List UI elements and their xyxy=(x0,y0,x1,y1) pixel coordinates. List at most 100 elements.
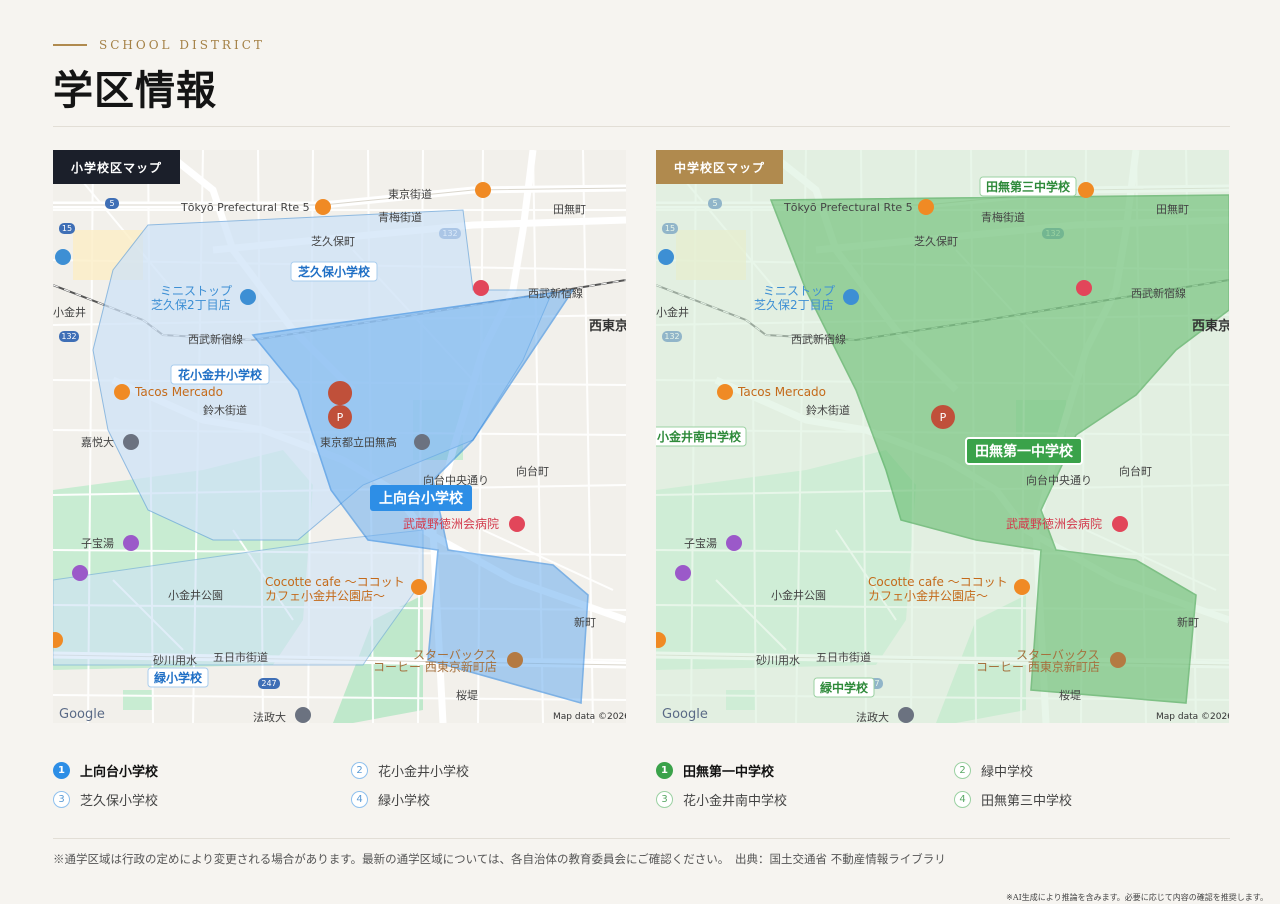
legend-number-badge: 1 xyxy=(53,762,70,779)
label-ministop: ミニストップ xyxy=(763,284,835,298)
elementary-district-map[interactable]: P Tōkyō Prefectural Rte 5 芝久保町 青梅街道 東京街道… xyxy=(53,150,626,723)
label-mukodai-chuo-dori: 向台中央通り xyxy=(423,473,489,487)
eyebrow: SCHOOL DISTRICT xyxy=(53,38,265,52)
label-hanakoganei-elementary: 花小金井小学校 xyxy=(178,367,263,382)
label-midori-elementary: 緑小学校 xyxy=(154,670,203,685)
legend-item[interactable]: 1 田無第一中学校 xyxy=(656,760,954,781)
legend-number-badge: 2 xyxy=(351,762,368,779)
label-starbucks-2: コーヒー 西東京新町店 xyxy=(976,659,1100,674)
legend-number-badge: 3 xyxy=(656,791,673,808)
elementary-legend: 1 上向台小学校 2 花小金井小学校 3 芝久保小学校 4 緑小学校 xyxy=(53,760,611,810)
label-sunagawa: 砂川用水 xyxy=(756,654,800,667)
legend-number-badge: 4 xyxy=(351,791,368,808)
label-tanashi3-junior: 田無第三中学校 xyxy=(986,179,1071,194)
legend-label: 芝久保小学校 xyxy=(80,794,159,809)
label-koganei: 小金井 xyxy=(656,305,689,319)
legend-item[interactable]: 1 上向台小学校 xyxy=(53,760,351,781)
label-mukodai-cho: 向台町 xyxy=(516,464,549,478)
svg-text:P: P xyxy=(337,411,344,424)
label-shinmachi: 新町 xyxy=(1177,615,1199,629)
label-cocotte-1: Cocotte cafe ～ココット xyxy=(265,575,405,589)
label-route5: Tōkyō Prefectural Rte 5 xyxy=(180,201,310,214)
legend-label: 田無第一中学校 xyxy=(683,765,775,780)
label-shikubo-elementary: 芝久保小学校 xyxy=(298,264,371,279)
label-koganei-minami-junior: 小金井南中学校 xyxy=(657,429,742,444)
legend-label: 田無第三中学校 xyxy=(981,794,1073,809)
junior-map-tag: 中学校区マップ xyxy=(656,150,784,184)
elementary-map-tag: 小学校区マップ xyxy=(53,150,181,184)
label-kodakarayu: 子宝湯 xyxy=(81,536,114,550)
label-seibu-line-west: 西武新宿線 xyxy=(791,332,846,346)
label-hosei: 法政大 xyxy=(253,710,286,723)
junior-map-canvas[interactable]: P Tōkyō Prefectural Rte 5 芝久保町 青梅街道 田無町 … xyxy=(656,150,1229,723)
label-ome-kaido: 青梅街道 xyxy=(378,210,422,224)
ai-disclaimer: ※AI生成により推論を含みます。必要に応じて内容の確認を推奨します。 xyxy=(1006,893,1268,902)
label-route5: Tōkyō Prefectural Rte 5 xyxy=(783,201,913,214)
svg-text:P: P xyxy=(940,411,947,424)
label-musashino-hospital: 武蔵野徳洲会病院 xyxy=(403,516,499,531)
legend-item[interactable]: 3 花小金井南中学校 xyxy=(656,789,954,810)
label-kaetsu: 嘉悦大 xyxy=(81,435,114,449)
label-ministop-branch: 芝久保2丁目店 xyxy=(151,297,231,312)
label-nishi-tokyo: 西東京 xyxy=(1192,318,1229,334)
label-shinmachi: 新町 xyxy=(574,615,596,629)
legend-item[interactable]: 4 緑小学校 xyxy=(351,789,611,810)
label-koganei: 小金井 xyxy=(53,305,86,319)
label-sunagawa: 砂川用水 xyxy=(153,654,197,667)
label-sakurazutsumi: 桜堤 xyxy=(1059,688,1081,702)
legend-number-badge: 4 xyxy=(954,791,971,808)
label-hosei: 法政大 xyxy=(856,710,889,723)
page-header: SCHOOL DISTRICT 学区情報 xyxy=(53,38,265,116)
legend-item[interactable]: 2 花小金井小学校 xyxy=(351,760,611,781)
label-itsukaichi-kaido: 五日市街道 xyxy=(816,650,871,664)
label-ministop-branch: 芝久保2丁目店 xyxy=(754,297,834,312)
footer-note: ※通学区域は行政の定めにより変更される場合があります。最新の通学区域については、… xyxy=(53,852,946,866)
legend-number-badge: 1 xyxy=(656,762,673,779)
legend-item[interactable]: 2 緑中学校 xyxy=(954,760,1214,781)
label-main-junior: 田無第一中学校 xyxy=(975,443,1074,460)
label-koganei-park: 小金井公園 xyxy=(771,588,826,602)
google-logo: Google xyxy=(662,707,708,722)
junior-legend: 1 田無第一中学校 2 緑中学校 3 花小金井南中学校 4 田無第三中学校 xyxy=(656,760,1214,810)
legend-label: 緑中学校 xyxy=(981,765,1034,780)
label-suzuki-kaido: 鈴木街道 xyxy=(806,403,850,417)
label-seibu-line-east: 西武新宿線 xyxy=(1131,286,1186,300)
label-seibu-line-west: 西武新宿線 xyxy=(188,332,243,346)
legend-item[interactable]: 4 田無第三中学校 xyxy=(954,789,1214,810)
legend-item[interactable]: 3 芝久保小学校 xyxy=(53,789,351,810)
elementary-map-canvas[interactable]: P Tōkyō Prefectural Rte 5 芝久保町 青梅街道 東京街道… xyxy=(53,150,626,723)
label-itsukaichi-kaido: 五日市街道 xyxy=(213,650,268,664)
junior-district-map[interactable]: P Tōkyō Prefectural Rte 5 芝久保町 青梅街道 田無町 … xyxy=(656,150,1229,723)
page-title: 学区情報 xyxy=(53,67,217,114)
eyebrow-line xyxy=(53,44,87,46)
legend-number-badge: 2 xyxy=(954,762,971,779)
google-logo: Google xyxy=(59,707,105,722)
label-musashino-hospital: 武蔵野徳洲会病院 xyxy=(1006,516,1102,531)
eyebrow-text: SCHOOL DISTRICT xyxy=(99,38,265,52)
label-tacos: Tacos Mercado xyxy=(134,385,223,399)
label-main-elementary: 上向台小学校 xyxy=(379,490,464,507)
label-ministop: ミニストップ xyxy=(160,284,232,298)
label-shikubo-cho: 芝久保町 xyxy=(311,234,355,248)
label-tanashi-cho: 田無町 xyxy=(553,202,586,216)
label-tacos: Tacos Mercado xyxy=(737,385,826,399)
label-cocotte-1: Cocotte cafe ～ココット xyxy=(868,575,1008,589)
label-midori-junior: 緑中学校 xyxy=(820,680,869,695)
footer-divider xyxy=(53,838,1230,839)
label-suzuki-kaido: 鈴木街道 xyxy=(203,403,247,417)
label-koganei-park: 小金井公園 xyxy=(168,588,223,602)
label-seibu-line-east: 西武新宿線 xyxy=(528,286,583,300)
label-starbucks-2: コーヒー 西東京新町店 xyxy=(373,659,497,674)
legend-label: 花小金井南中学校 xyxy=(683,794,788,809)
label-cocotte-2: カフェ小金井公園店～ xyxy=(265,588,385,603)
legend-number-badge: 3 xyxy=(53,791,70,808)
header-divider xyxy=(53,126,1230,127)
map-attribution: Map data ©2026 xyxy=(553,712,626,722)
label-sakurazutsumi: 桜堤 xyxy=(456,688,478,702)
label-tanashi-cho: 田無町 xyxy=(1156,202,1189,216)
label-cocotte-2: カフェ小金井公園店～ xyxy=(868,588,988,603)
label-kodakarayu: 子宝湯 xyxy=(684,536,717,550)
label-tokyo-kaido: 東京街道 xyxy=(388,187,432,201)
label-mukodai-cho: 向台町 xyxy=(1119,464,1152,478)
label-nishi-tokyo: 西東京 xyxy=(589,318,626,334)
